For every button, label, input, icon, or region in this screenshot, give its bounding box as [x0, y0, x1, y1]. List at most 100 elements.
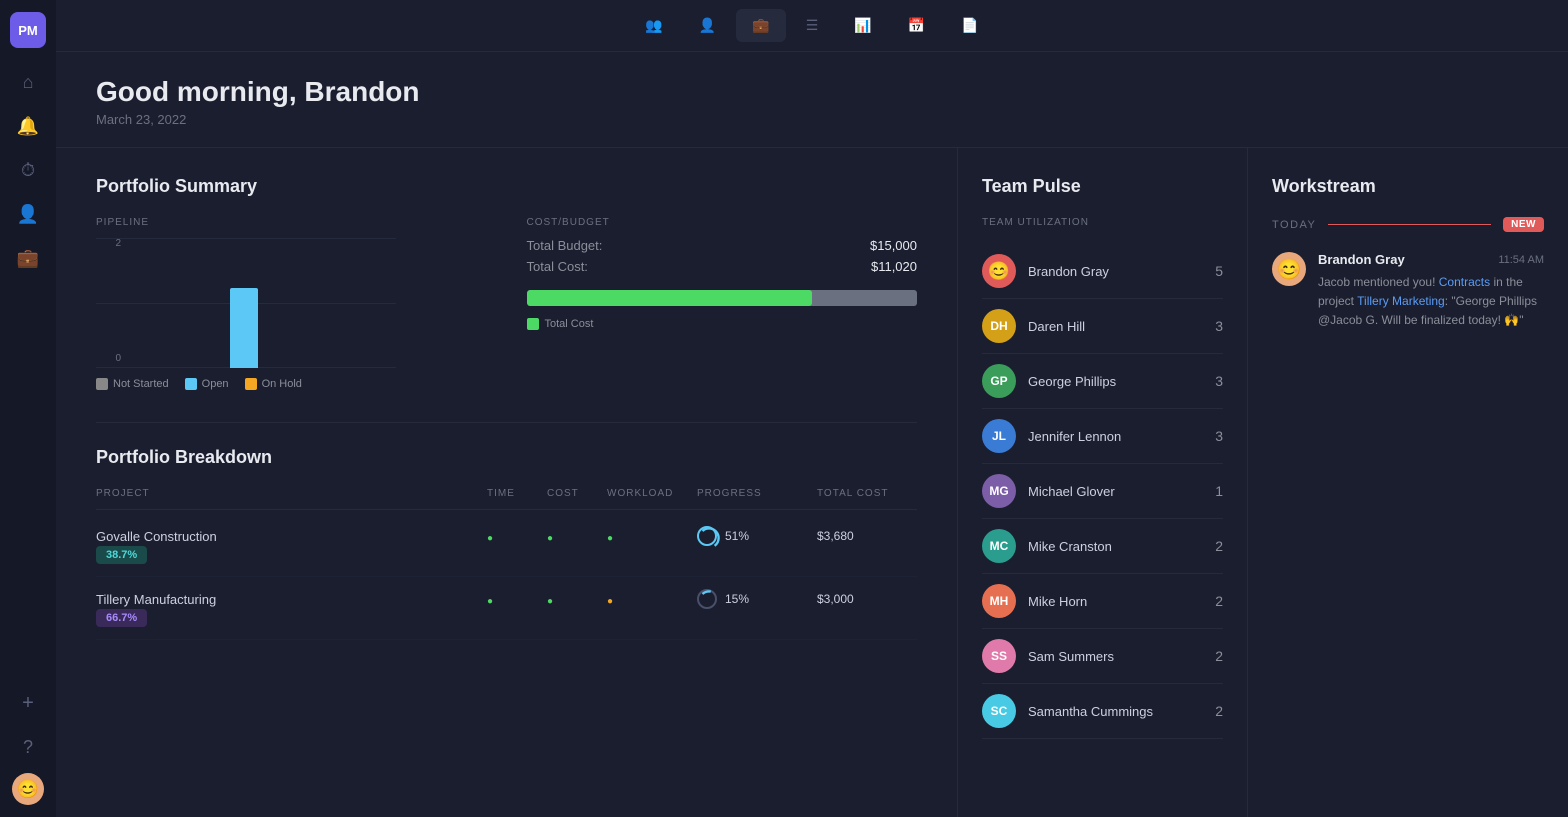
- ws-time-brandon: 11:54 AM: [1498, 254, 1544, 266]
- initials-mike-c: MC: [990, 539, 1009, 553]
- page-header: Good morning, Brandon March 23, 2022: [56, 52, 1568, 148]
- cost-budget-section: COST/BUDGET Total Budget: $15,000 Total …: [527, 217, 918, 390]
- col-time: TIME: [487, 488, 547, 499]
- body-area: Portfolio Summary PIPELINE 2 0: [56, 148, 1568, 817]
- col-project: PROJECT: [96, 488, 487, 499]
- workstream-panel: Workstream TODAY NEW 😊 Brandon Gray 11:5…: [1248, 148, 1568, 817]
- project-name-govalle: Govalle Construction: [96, 529, 487, 544]
- today-line: [1328, 224, 1491, 225]
- ws-msg-prefix: Jacob mentioned you!: [1318, 275, 1439, 289]
- portfolio-breakdown-title: Portfolio Breakdown: [96, 447, 917, 468]
- sidebar-item-people[interactable]: 👤: [10, 196, 46, 232]
- badge-label-govalle: 38.7%: [96, 546, 147, 564]
- badge-label-tillery: 66.7%: [96, 609, 147, 627]
- project-name-tillery: Tillery Manufacturing: [96, 592, 487, 607]
- legend-open: Open: [185, 378, 229, 390]
- nav-tab-users[interactable]: 👤: [683, 9, 732, 42]
- team-name-brandon: Brandon Gray: [1028, 264, 1203, 279]
- team-count-mike-h: 2: [1215, 593, 1223, 609]
- initials-daren: DH: [990, 319, 1007, 333]
- sidebar-item-help[interactable]: ?: [10, 729, 46, 765]
- user-avatar[interactable]: 😊: [12, 773, 44, 805]
- main-panel: Portfolio Summary PIPELINE 2 0: [56, 148, 958, 817]
- sidebar-item-add[interactable]: +: [10, 685, 46, 721]
- legend-label-not-started: Not Started: [113, 378, 169, 390]
- ws-name-brandon: Brandon Gray: [1318, 252, 1405, 267]
- legend-dot-on-hold: [245, 378, 257, 390]
- progress-cell-tillery: 15%: [697, 589, 817, 609]
- cost-progress-legend: Total Cost: [527, 318, 918, 330]
- section-divider: [96, 422, 917, 423]
- chart-icon: 📊: [854, 17, 871, 34]
- total-cost-value: $11,020: [871, 259, 917, 274]
- cost-table: Total Budget: $15,000 Total Cost: $11,02…: [527, 238, 918, 274]
- initials-sam: SS: [991, 649, 1007, 663]
- team-count-michael: 1: [1215, 483, 1223, 499]
- team-count-george: 3: [1215, 373, 1223, 389]
- team-avatar-mike-h: MH: [982, 584, 1016, 618]
- team-member-michael[interactable]: MG Michael Glover 1: [982, 464, 1223, 519]
- sidebar-item-briefcase[interactable]: 💼: [10, 240, 46, 276]
- ws-link-tillery[interactable]: Tillery Marketing: [1357, 294, 1445, 308]
- nav-tab-list[interactable]: ☰: [790, 9, 835, 42]
- team-member-sam[interactable]: SS Sam Summers 2: [982, 629, 1223, 684]
- team-avatar-brandon: 😊: [982, 254, 1016, 288]
- sidebar-item-alerts[interactable]: 🔔: [10, 108, 46, 144]
- team-count-sam: 2: [1215, 648, 1223, 664]
- workload-dot-govalle: ●: [607, 529, 697, 544]
- cost-dot-govalle: ●: [547, 529, 607, 544]
- progress-pct-govalle: 51%: [725, 529, 749, 543]
- team-pulse-panel: Team Pulse TEAM UTILIZATION 😊 Brandon Gr…: [958, 148, 1248, 817]
- team-member-george[interactable]: GP George Phillips 3: [982, 354, 1223, 409]
- team-avatar-samantha: SC: [982, 694, 1016, 728]
- legend-dot-not-started: [96, 378, 108, 390]
- nav-tab-calendar[interactable]: 📅: [892, 9, 941, 42]
- nav-tab-teams[interactable]: 👥: [629, 9, 678, 42]
- nav-tab-docs[interactable]: 📄: [945, 9, 994, 42]
- app-logo[interactable]: PM: [10, 12, 46, 48]
- ws-link-contracts[interactable]: Contracts: [1439, 275, 1490, 289]
- grid-line: [96, 238, 396, 239]
- breakdown-row-tillery: Tillery Manufacturing ● ● ● 15%: [96, 577, 917, 640]
- nav-tab-chart[interactable]: 📊: [838, 9, 887, 42]
- sidebar-item-home[interactable]: ⌂: [10, 64, 46, 100]
- team-utilization-label: TEAM UTILIZATION: [982, 217, 1223, 228]
- initials-george: GP: [990, 374, 1007, 388]
- initials-jennifer: JL: [992, 429, 1006, 443]
- list-icon: ☰: [806, 17, 819, 34]
- progress-circle-govalle: [697, 526, 717, 546]
- team-count-mike-c: 2: [1215, 538, 1223, 554]
- new-badge: NEW: [1503, 217, 1544, 232]
- team-member-mike-h[interactable]: MH Mike Horn 2: [982, 574, 1223, 629]
- team-name-george: George Phillips: [1028, 374, 1203, 389]
- cost-budget-label: COST/BUDGET: [527, 217, 918, 228]
- sidebar: PM ⌂ 🔔 ⏱ 👤 💼 + ? 😊: [0, 0, 56, 817]
- legend-label-on-hold: On Hold: [262, 378, 302, 390]
- chart-legend: Not Started Open On Hold: [96, 378, 487, 390]
- page-title: Good morning, Brandon: [96, 76, 1528, 108]
- nav-tab-portfolio[interactable]: 💼: [736, 9, 785, 42]
- team-avatar-sam: SS: [982, 639, 1016, 673]
- portfolio-summary-title: Portfolio Summary: [96, 176, 917, 197]
- legend-label-open: Open: [202, 378, 229, 390]
- team-member-mike-c[interactable]: MC Mike Cranston 2: [982, 519, 1223, 574]
- team-member-brandon[interactable]: 😊 Brandon Gray 5: [982, 244, 1223, 299]
- team-name-sam: Sam Summers: [1028, 649, 1203, 664]
- pipeline-label: PIPELINE: [96, 217, 487, 228]
- badge-govalle: 38.7%: [96, 546, 487, 564]
- team-member-daren[interactable]: DH Daren Hill 3: [982, 299, 1223, 354]
- cost-progress-bar-fill: [527, 290, 812, 306]
- initials-mike-h: MH: [990, 594, 1009, 608]
- initials-michael: MG: [989, 484, 1008, 498]
- sidebar-item-clock[interactable]: ⏱: [10, 152, 46, 188]
- workstream-item-0: 😊 Brandon Gray 11:54 AM Jacob mentioned …: [1272, 252, 1544, 331]
- team-count-samantha: 2: [1215, 703, 1223, 719]
- team-member-jennifer[interactable]: JL Jennifer Lennon 3: [982, 409, 1223, 464]
- legend-dot-open: [185, 378, 197, 390]
- calendar-icon: 📅: [908, 17, 925, 34]
- team-member-samantha[interactable]: SC Samantha Cummings 2: [982, 684, 1223, 739]
- teams-icon: 👥: [645, 17, 662, 34]
- progress-arc-tillery: [697, 589, 721, 613]
- team-count-jennifer: 3: [1215, 428, 1223, 444]
- team-count-brandon: 5: [1215, 263, 1223, 279]
